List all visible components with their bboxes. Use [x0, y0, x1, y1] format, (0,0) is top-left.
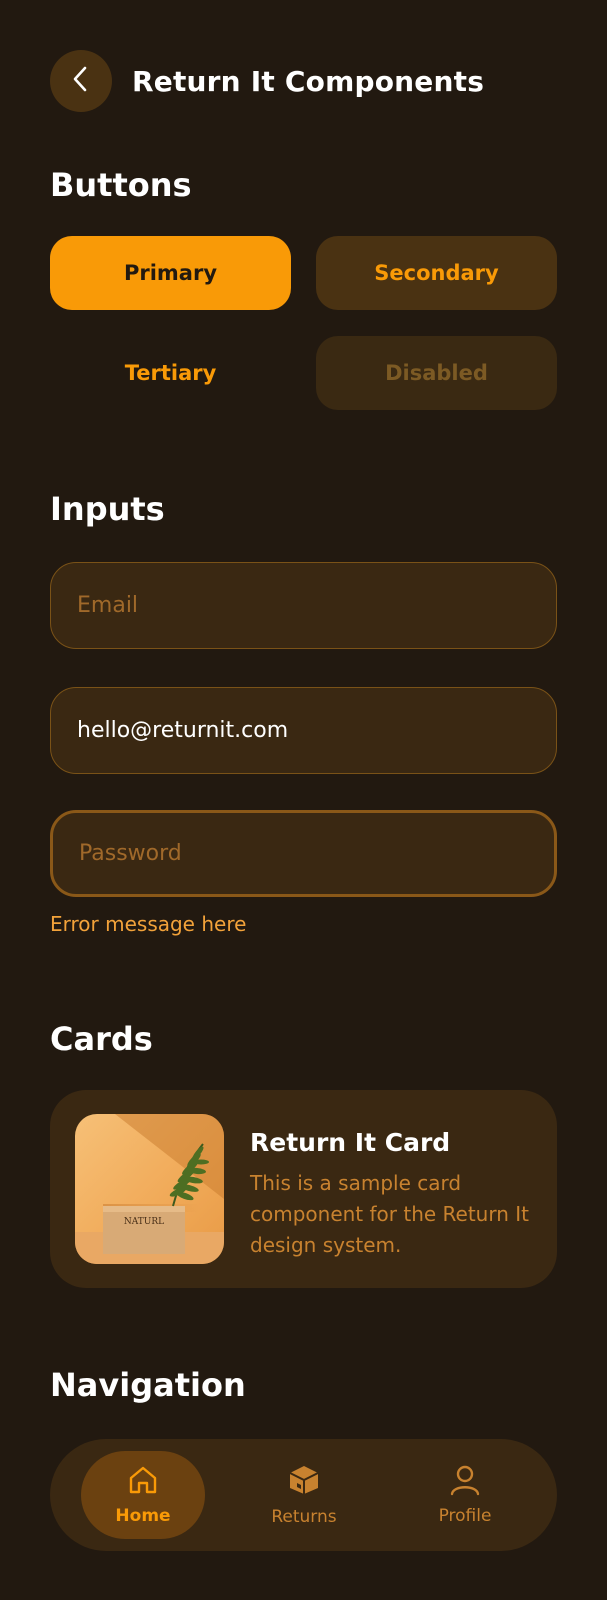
secondary-button[interactable]: Secondary	[316, 236, 557, 310]
nav-label-home: Home	[115, 1506, 171, 1526]
email-field[interactable]: Email	[50, 562, 557, 649]
home-icon	[127, 1464, 159, 1500]
tertiary-button[interactable]: Tertiary	[50, 336, 291, 410]
email-value: hello@returnit.com	[77, 718, 289, 743]
section-title-navigation: Navigation	[50, 1366, 246, 1404]
card-description: This is a sample card component for the …	[250, 1171, 530, 1257]
email-placeholder: Email	[77, 593, 139, 618]
nav-item-home[interactable]: Home	[81, 1451, 205, 1539]
nav-item-returns[interactable]: Returns	[242, 1451, 366, 1539]
section-title-inputs: Inputs	[50, 490, 165, 528]
error-message: Error message here	[50, 912, 247, 936]
card-image-box-label: NATURL	[124, 1217, 164, 1227]
nav-item-profile[interactable]: Profile	[403, 1451, 527, 1539]
bottom-navigation: Home Returns Profile	[50, 1439, 557, 1551]
box-icon	[287, 1463, 321, 1501]
nav-label-profile: Profile	[438, 1506, 492, 1526]
password-placeholder: Password	[79, 841, 182, 866]
person-icon	[449, 1464, 481, 1500]
card-title: Return It Card	[250, 1128, 451, 1157]
page-title: Return It Components	[132, 64, 485, 98]
chevron-left-icon	[70, 64, 92, 98]
header: Return It Components	[50, 50, 557, 112]
sample-card[interactable]: NATURL Return It Card This is a sample c…	[50, 1090, 557, 1288]
email-field-filled[interactable]: hello@returnit.com	[50, 687, 557, 774]
nav-label-returns: Returns	[271, 1507, 337, 1527]
password-field[interactable]: Password	[50, 810, 557, 897]
section-title-buttons: Buttons	[50, 166, 192, 204]
disabled-button: Disabled	[316, 336, 557, 410]
back-button[interactable]	[50, 50, 112, 112]
primary-button[interactable]: Primary	[50, 236, 291, 310]
section-title-cards: Cards	[50, 1020, 153, 1058]
card-image: NATURL	[75, 1114, 224, 1264]
